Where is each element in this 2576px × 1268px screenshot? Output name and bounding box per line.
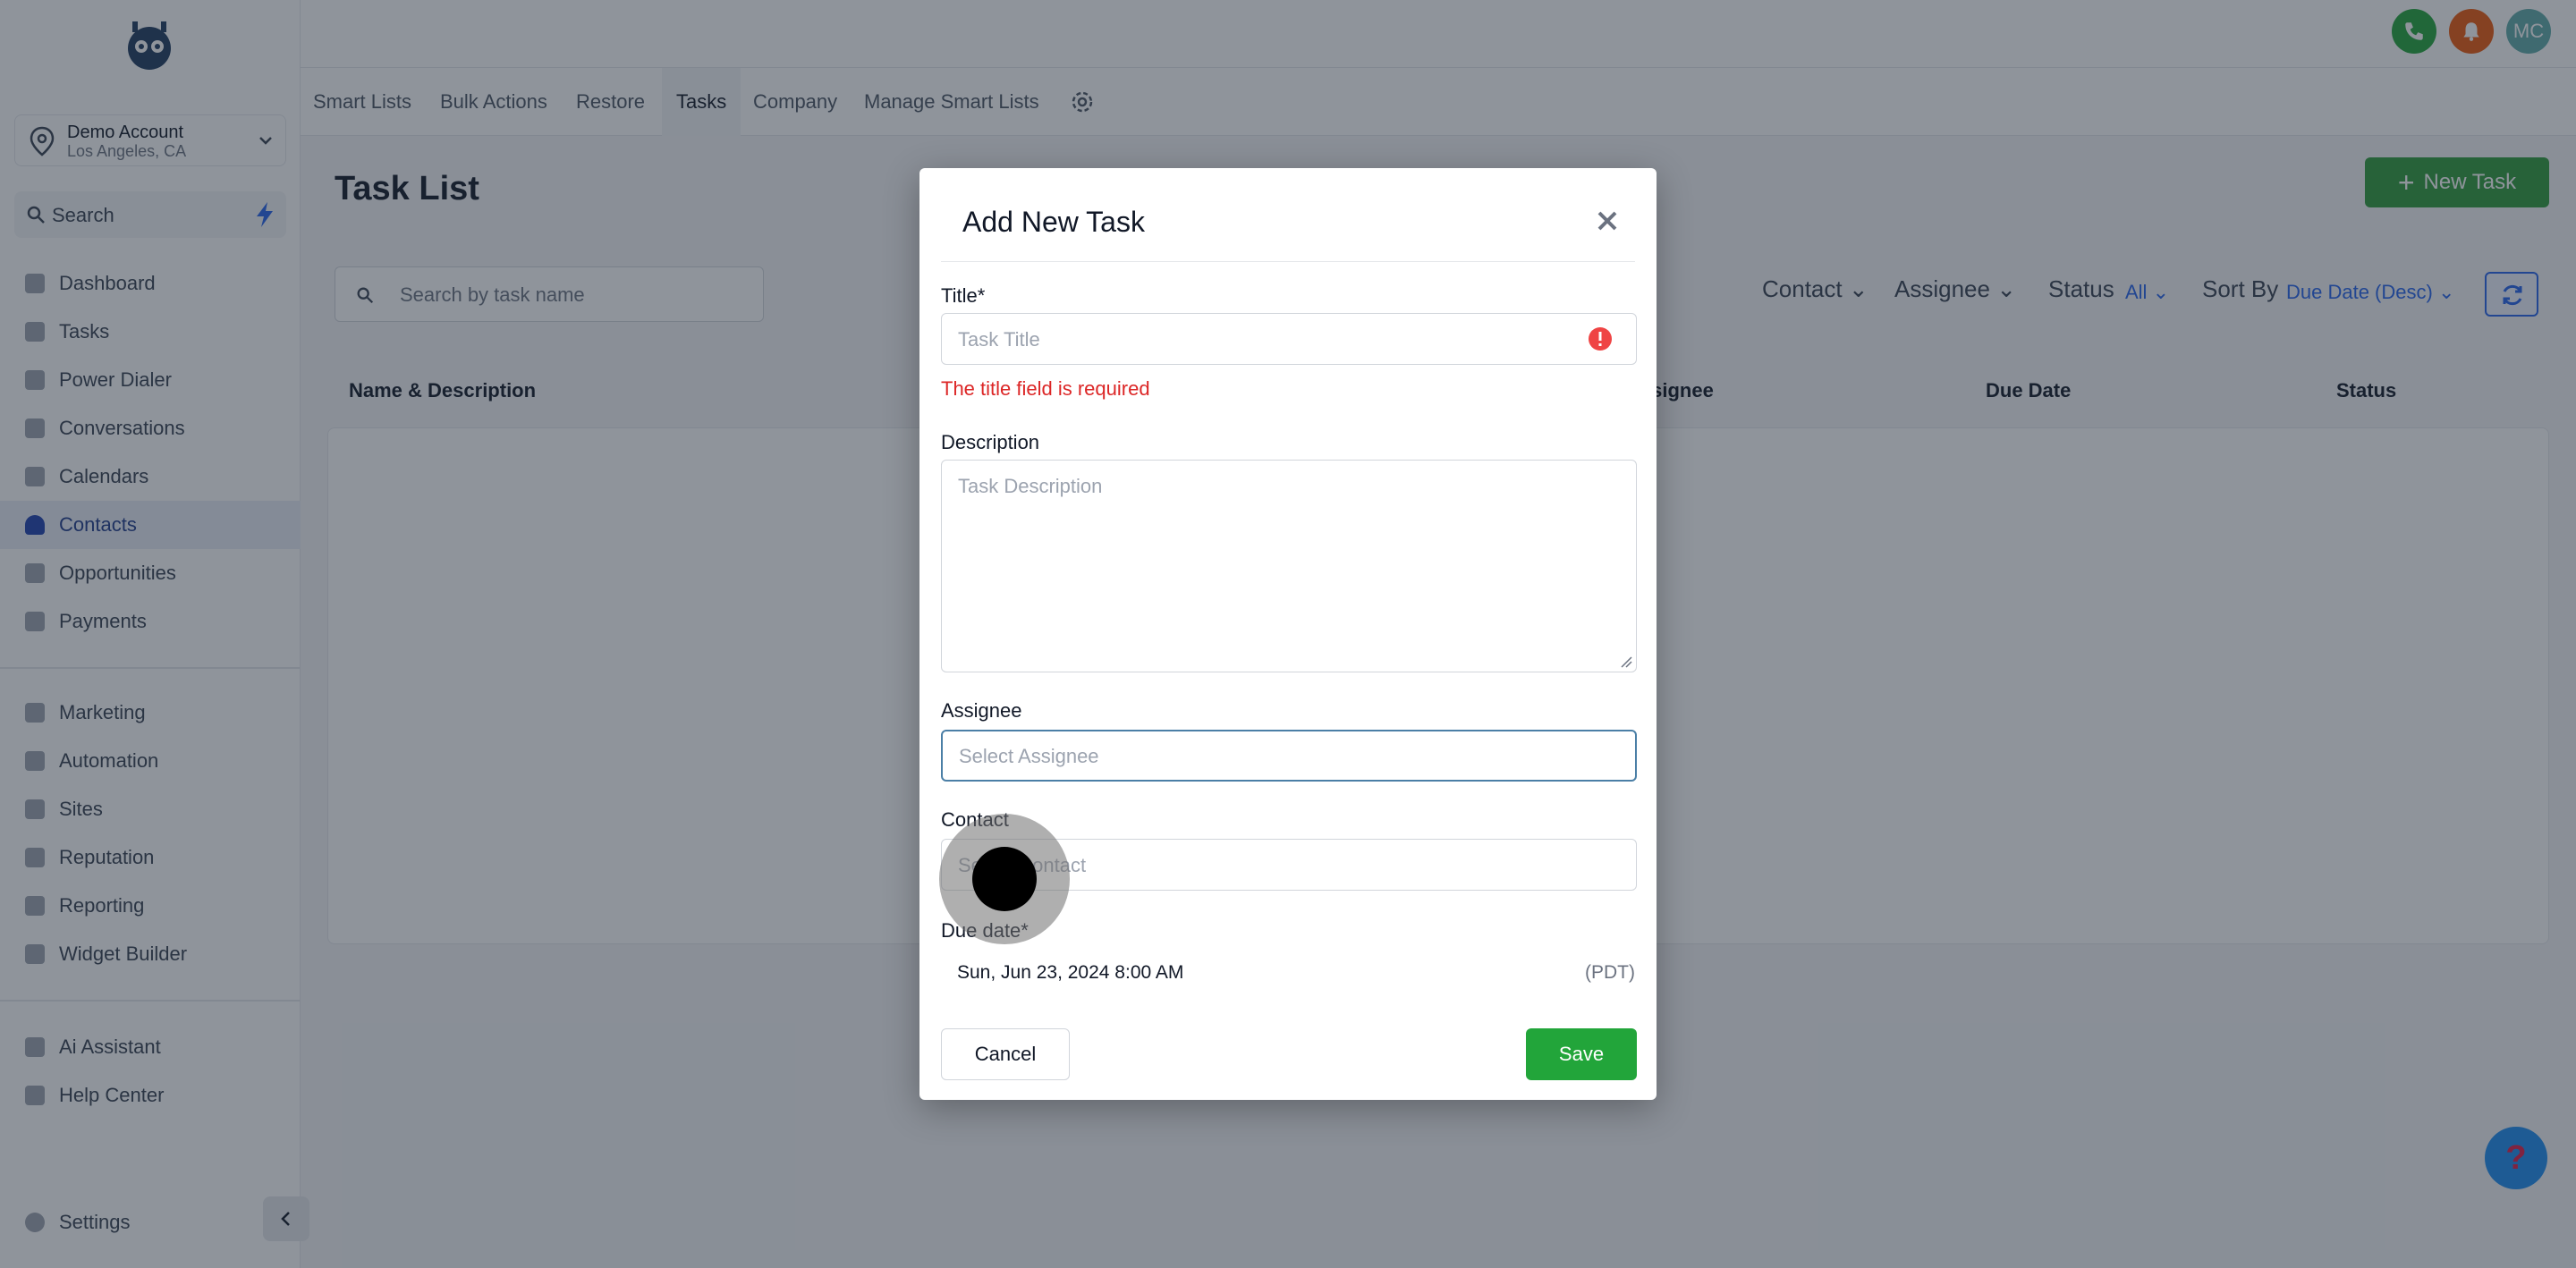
add-task-modal: Add New Task Title* Task Title The title… bbox=[919, 168, 1657, 1100]
assignee-label: Assignee bbox=[941, 699, 1022, 722]
task-description-textarea[interactable]: Task Description bbox=[941, 460, 1637, 672]
assignee-select[interactable]: Select Assignee bbox=[941, 730, 1637, 782]
click-indicator-dot bbox=[972, 847, 1037, 911]
modal-title: Add New Task bbox=[962, 206, 1145, 238]
close-icon[interactable] bbox=[1594, 207, 1621, 234]
save-button[interactable]: Save bbox=[1526, 1028, 1637, 1080]
resize-handle-icon[interactable] bbox=[1620, 655, 1632, 668]
assignee-placeholder: Select Assignee bbox=[959, 745, 1099, 767]
title-error-message: The title field is required bbox=[941, 377, 1150, 400]
error-icon bbox=[1589, 327, 1612, 351]
task-description-placeholder: Task Description bbox=[958, 475, 1103, 497]
modal-divider bbox=[941, 261, 1635, 262]
description-label: Description bbox=[941, 431, 1040, 453]
due-date-timezone: (PDT) bbox=[1585, 962, 1635, 983]
task-title-placeholder: Task Title bbox=[958, 328, 1040, 351]
cancel-button[interactable]: Cancel bbox=[941, 1028, 1070, 1080]
title-label: Title* bbox=[941, 284, 986, 307]
task-title-input[interactable]: Task Title bbox=[941, 313, 1637, 365]
due-date-picker[interactable]: Sun, Jun 23, 2024 8:00 AM bbox=[957, 962, 1183, 984]
